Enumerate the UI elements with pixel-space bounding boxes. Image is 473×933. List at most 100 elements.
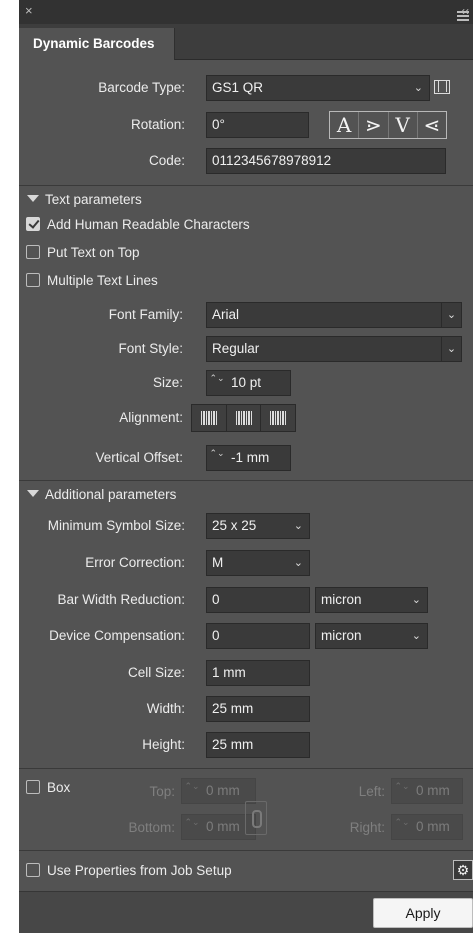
tab-bar: Dynamic Barcodes xyxy=(19,24,473,60)
disclosure-triangle-icon xyxy=(27,490,39,497)
checkbox-icon xyxy=(26,273,40,287)
width-input[interactable]: 25 mm xyxy=(206,696,310,722)
device-compensation-unit-value: micron xyxy=(321,628,362,643)
error-correction-value: M xyxy=(212,555,224,570)
chain-link-icon[interactable] xyxy=(245,801,267,835)
rotation-input[interactable]: 0° xyxy=(206,112,309,138)
size-value: 10 pt xyxy=(231,375,262,390)
stepper-arrows-icon[interactable]: ⌃⌄ xyxy=(182,779,202,803)
code-label: Code: xyxy=(148,153,185,168)
box-right-stepper[interactable]: ⌃⌄ 0 mm xyxy=(391,814,463,840)
alignment-label: Alignment: xyxy=(119,410,183,425)
font-style-select[interactable]: Regular ⌄ xyxy=(206,336,462,362)
min-symbol-size-select[interactable]: 25 x 25 ⌄ xyxy=(206,513,310,539)
add-human-readable-label: Add Human Readable Characters xyxy=(47,217,250,232)
additional-parameters-title: Additional parameters xyxy=(45,487,177,502)
align-left-button[interactable] xyxy=(192,405,227,431)
font-family-value: Arial xyxy=(212,307,240,322)
box-top-stepper[interactable]: ⌃⌄ 0 mm xyxy=(181,778,256,804)
vertical-offset-stepper[interactable]: ⌃⌄ -1 mm xyxy=(206,445,291,471)
job-setup-label: Use Properties from Job Setup xyxy=(47,863,232,878)
vertical-offset-label: Vertical Offset: xyxy=(95,450,183,465)
hamburger-icon[interactable] xyxy=(457,11,469,21)
rotate-180-button[interactable]: V xyxy=(389,112,418,138)
text-parameters-header[interactable]: Text parameters xyxy=(27,191,142,209)
stepper-arrows-icon[interactable]: ⌃⌄ xyxy=(392,779,412,803)
stepper-arrows-icon[interactable]: ⌃⌄ xyxy=(392,815,412,839)
checkbox-icon xyxy=(26,863,40,877)
rotate-270-button[interactable]: ⋖ xyxy=(418,112,446,138)
section-divider xyxy=(19,850,473,851)
close-icon[interactable]: × xyxy=(25,2,33,20)
box-right-value: 0 mm xyxy=(416,819,450,834)
text-on-top-checkbox[interactable]: Put Text on Top xyxy=(26,244,140,262)
error-correction-label: Error Correction: xyxy=(85,555,185,570)
box-left-label: Left: xyxy=(358,784,385,799)
add-human-readable-checkbox[interactable]: Add Human Readable Characters xyxy=(26,216,250,234)
error-correction-select[interactable]: M ⌄ xyxy=(206,550,310,576)
barcode-type-value: GS1 QR xyxy=(212,80,264,95)
device-compensation-unit-select[interactable]: micron ⌄ xyxy=(315,623,428,649)
device-compensation-input[interactable]: 0 xyxy=(206,623,310,649)
rotate-0-button[interactable]: A xyxy=(330,112,360,138)
align-right-button[interactable] xyxy=(261,405,295,431)
align-center-button[interactable] xyxy=(227,405,262,431)
checkbox-icon xyxy=(26,780,40,794)
section-divider xyxy=(19,480,473,481)
box-top-value: 0 mm xyxy=(206,783,240,798)
font-family-label: Font Family: xyxy=(108,307,183,322)
alignment-buttons xyxy=(191,404,296,432)
font-family-select[interactable]: Arial ⌄ xyxy=(206,302,462,328)
height-label: Height: xyxy=(142,737,185,752)
multiple-lines-label: Multiple Text Lines xyxy=(47,273,158,288)
height-input[interactable]: 25 mm xyxy=(206,732,310,758)
multiple-lines-checkbox[interactable]: Multiple Text Lines xyxy=(26,272,158,290)
stepper-arrows-icon[interactable]: ⌃⌄ xyxy=(182,815,202,839)
box-bottom-label: Bottom: xyxy=(128,820,175,835)
checkbox-checked-icon xyxy=(26,217,40,231)
size-stepper[interactable]: ⌃⌄ 10 pt xyxy=(206,370,291,396)
size-label: Size: xyxy=(152,375,183,390)
bar-width-unit-select[interactable]: micron ⌄ xyxy=(315,587,428,613)
apply-button[interactable]: Apply xyxy=(373,898,473,928)
rotate-90-button[interactable]: ⋗ xyxy=(359,112,389,138)
section-divider xyxy=(19,185,473,186)
vertical-offset-value: -1 mm xyxy=(231,450,270,465)
rotation-label: Rotation: xyxy=(130,117,185,132)
rotation-buttons: A ⋗ V ⋖ xyxy=(329,111,447,139)
chevron-down-icon: ⌄ xyxy=(411,630,421,642)
chevron-down-icon: ⌄ xyxy=(411,594,421,606)
box-left-stepper[interactable]: ⌃⌄ 0 mm xyxy=(391,778,463,804)
stepper-arrows-icon[interactable]: ⌃⌄ xyxy=(207,446,227,470)
bar-width-reduction-input[interactable]: 0 xyxy=(206,587,310,613)
chevron-down-icon: ⌄ xyxy=(441,303,461,327)
barcode-type-select[interactable]: GS1 QR ⌄ xyxy=(206,75,430,101)
stepper-arrows-icon[interactable]: ⌃⌄ xyxy=(207,371,227,395)
additional-parameters-header[interactable]: Additional parameters xyxy=(27,486,176,504)
font-style-value: Regular xyxy=(212,341,260,356)
box-checkbox[interactable]: Box xyxy=(26,779,70,797)
checkbox-icon xyxy=(26,245,40,259)
disclosure-triangle-icon xyxy=(27,195,39,202)
cell-size-input[interactable]: 1 mm xyxy=(206,660,310,686)
chevron-down-icon: ⌄ xyxy=(413,82,423,94)
chevron-down-icon: ⌄ xyxy=(293,557,303,569)
bar-width-reduction-label: Bar Width Reduction: xyxy=(57,592,185,607)
chevron-down-icon: ⌄ xyxy=(441,337,461,361)
min-symbol-size-label: Minimum Symbol Size: xyxy=(47,518,185,533)
dynamic-barcodes-panel: × ‹‹ Dynamic Barcodes Barcode Type: GS1 … xyxy=(19,0,473,933)
bar-width-unit-value: micron xyxy=(321,592,362,607)
code-input[interactable]: 0112345678978912 xyxy=(206,148,446,174)
film-preview-icon[interactable] xyxy=(434,80,450,94)
tab-dynamic-barcodes[interactable]: Dynamic Barcodes xyxy=(19,28,175,60)
job-setup-checkbox[interactable]: Use Properties from Job Setup xyxy=(26,862,232,880)
gear-icon[interactable]: ⚙ xyxy=(453,860,473,880)
width-label: Width: xyxy=(146,701,185,716)
barcode-align-center-icon xyxy=(235,411,252,425)
box-left-value: 0 mm xyxy=(416,783,450,798)
barcode-align-right-icon xyxy=(270,411,287,425)
box-right-label: Right: xyxy=(349,820,385,835)
barcode-type-label: Barcode Type: xyxy=(98,80,185,95)
chevron-down-icon: ⌄ xyxy=(293,520,303,532)
min-symbol-size-value: 25 x 25 xyxy=(212,518,257,533)
